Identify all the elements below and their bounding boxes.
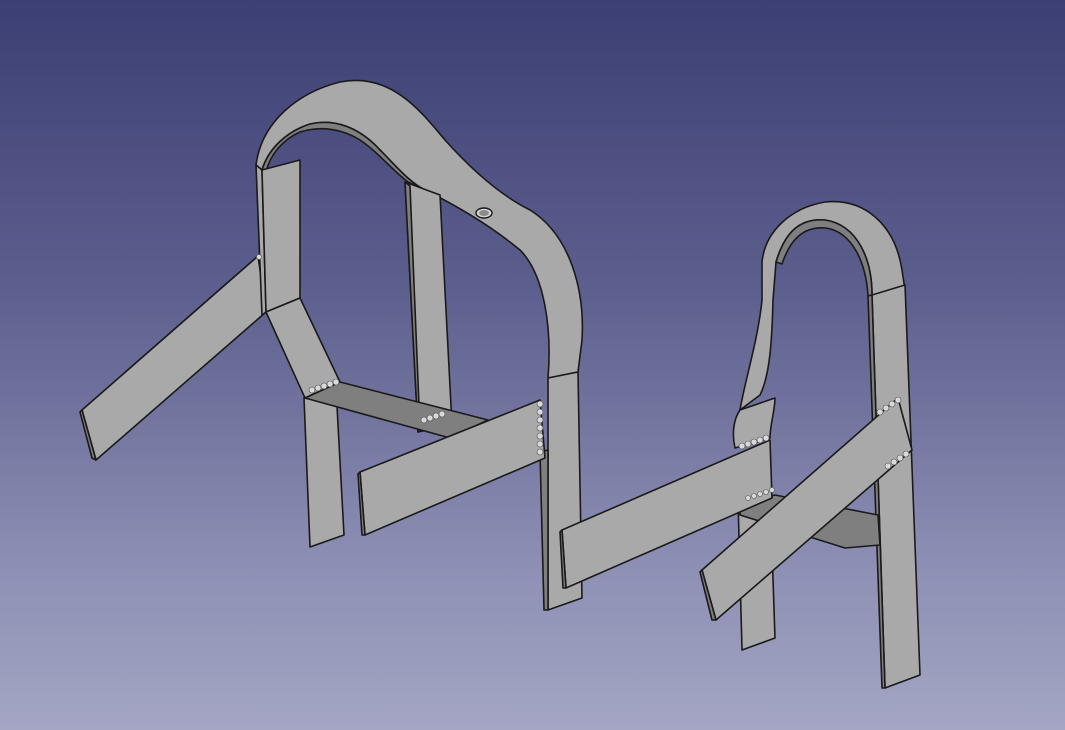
cad-model[interactable] bbox=[0, 0, 1065, 730]
mounting-hole-inner-icon bbox=[479, 210, 489, 216]
left-frame-right-post-edge bbox=[539, 449, 549, 611]
left-frame-left-post-face[interactable] bbox=[261, 159, 301, 313]
left-frame[interactable] bbox=[79, 79, 584, 611]
left-frame-rear-leg[interactable] bbox=[303, 387, 345, 548]
left-diagonal-strut[interactable] bbox=[81, 255, 267, 461]
right-frame[interactable] bbox=[559, 200, 921, 689]
3d-viewport[interactable] bbox=[0, 0, 1065, 730]
